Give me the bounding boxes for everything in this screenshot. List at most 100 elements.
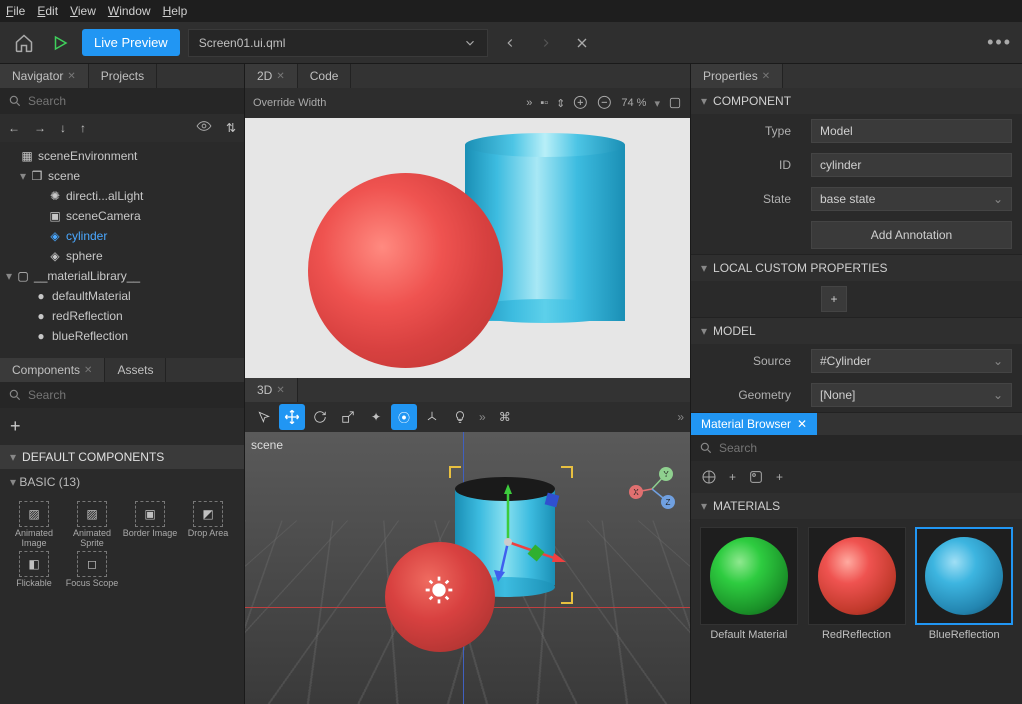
chevron-down-icon[interactable]: ▾ bbox=[654, 97, 660, 110]
default-components-header[interactable]: ▾DEFAULT COMPONENTS bbox=[0, 445, 244, 469]
close-file-button[interactable] bbox=[568, 29, 596, 57]
anchor-icon[interactable]: ▪▫ bbox=[540, 97, 548, 109]
tab-2d[interactable]: 2D✕ bbox=[245, 64, 298, 88]
zoom-value[interactable]: 74 % bbox=[621, 97, 646, 109]
add-annotation-button[interactable]: Add Annotation bbox=[811, 221, 1012, 249]
2d-viewport[interactable] bbox=[245, 118, 690, 378]
search-input[interactable] bbox=[28, 94, 236, 108]
light-tool[interactable] bbox=[447, 404, 473, 430]
tab-assets[interactable]: Assets bbox=[105, 358, 166, 382]
select-tool[interactable] bbox=[251, 404, 277, 430]
rotate-tool[interactable] bbox=[307, 404, 333, 430]
close-icon[interactable]: ✕ bbox=[84, 365, 92, 376]
close-icon[interactable]: ✕ bbox=[67, 71, 75, 82]
tree-item-camera[interactable]: ▣sceneCamera bbox=[0, 206, 244, 226]
tab-projects[interactable]: Projects bbox=[89, 64, 157, 88]
tree-item-cylinder[interactable]: ◈cylinder bbox=[0, 226, 244, 246]
axis-tool[interactable] bbox=[419, 404, 445, 430]
tree-item-scene[interactable]: ▾❒scene bbox=[0, 166, 244, 186]
texture-icon[interactable] bbox=[748, 469, 764, 485]
geometry-field[interactable]: [None]⌄ bbox=[811, 383, 1012, 407]
arrow-left-icon[interactable]: ← bbox=[8, 121, 20, 135]
component-section-header[interactable]: ▾COMPONENT bbox=[691, 88, 1022, 114]
zoom-out-button[interactable] bbox=[597, 95, 613, 111]
scale-tool[interactable] bbox=[335, 404, 361, 430]
material-default[interactable]: Default Material bbox=[699, 527, 799, 641]
tab-code[interactable]: Code bbox=[298, 64, 352, 88]
tree-item-redreflection[interactable]: ●redReflection bbox=[0, 306, 244, 326]
comp-drop-area[interactable]: ◩Drop Area bbox=[180, 501, 236, 549]
tab-properties[interactable]: Properties✕ bbox=[691, 64, 783, 88]
tab-navigator[interactable]: Navigator✕ bbox=[0, 64, 89, 88]
components-search[interactable] bbox=[0, 382, 244, 408]
add-property-button[interactable]: + bbox=[821, 286, 847, 312]
menu-help[interactable]: Help bbox=[163, 4, 188, 18]
comp-border-image[interactable]: ▣Border Image bbox=[122, 501, 178, 549]
tree-item-defaultmaterial[interactable]: ●defaultMaterial bbox=[0, 286, 244, 306]
more-icon[interactable]: » bbox=[677, 410, 684, 424]
add-material-icon[interactable]: + bbox=[729, 470, 736, 484]
id-field[interactable]: cylinder bbox=[811, 153, 1012, 177]
close-icon[interactable]: ✕ bbox=[276, 71, 284, 82]
more-button[interactable]: ••• bbox=[987, 32, 1012, 53]
menu-edit[interactable]: Edit bbox=[37, 4, 58, 18]
tree-item-light[interactable]: ✺directi...alLight bbox=[0, 186, 244, 206]
fx-tool[interactable]: ✦ bbox=[363, 404, 389, 430]
local-props-header[interactable]: ▾LOCAL CUSTOM PROPERTIES bbox=[691, 255, 1022, 281]
model-section-header[interactable]: ▾MODEL bbox=[691, 318, 1022, 344]
orientation-gizmo[interactable]: Y X Z bbox=[622, 462, 682, 512]
comp-flickable[interactable]: ◧Flickable bbox=[6, 551, 62, 589]
fit-icon[interactable] bbox=[668, 96, 682, 110]
menu-file[interactable]: File bbox=[6, 4, 25, 18]
move-gizmo[interactable] bbox=[490, 482, 570, 582]
add-texture-icon[interactable]: + bbox=[776, 470, 783, 484]
stepper-icon[interactable]: ⇕ bbox=[556, 97, 565, 110]
tree-item-sceneenvironment[interactable]: ▦sceneEnvironment bbox=[0, 146, 244, 166]
sphere-preview-icon[interactable] bbox=[701, 469, 717, 485]
close-icon[interactable]: ✕ bbox=[762, 71, 770, 82]
snap-tool[interactable]: ⦿ bbox=[391, 404, 417, 430]
tree-item-bluereflection[interactable]: ●blueReflection bbox=[0, 326, 244, 346]
close-icon[interactable]: ✕ bbox=[276, 385, 284, 396]
sort-icon[interactable]: ⇅ bbox=[226, 121, 236, 135]
arrow-right-icon[interactable]: → bbox=[34, 121, 46, 135]
search-input[interactable] bbox=[719, 441, 1014, 455]
tab-material-browser[interactable]: Material Browser✕ bbox=[691, 413, 817, 435]
comp-focus-scope[interactable]: ◻Focus Scope bbox=[64, 551, 120, 589]
menu-window[interactable]: Window bbox=[108, 4, 151, 18]
tab-3d[interactable]: 3D✕ bbox=[245, 378, 298, 402]
comp-animated-image[interactable]: ▨Animated Image bbox=[6, 501, 62, 549]
close-icon[interactable]: ✕ bbox=[797, 417, 807, 431]
live-preview-button[interactable]: Live Preview bbox=[82, 29, 180, 56]
comp-animated-sprite[interactable]: ▨Animated Sprite bbox=[64, 501, 120, 549]
zoom-in-button[interactable] bbox=[573, 95, 589, 111]
basic-header[interactable]: ▾ BASIC (13) bbox=[0, 469, 244, 495]
arrow-up-icon[interactable]: ↑ bbox=[80, 121, 86, 135]
search-input[interactable] bbox=[28, 388, 236, 402]
add-button[interactable]: + bbox=[10, 416, 21, 436]
graph-tool[interactable]: ⌘ bbox=[492, 404, 518, 430]
state-field[interactable]: base state⌄ bbox=[811, 187, 1012, 211]
home-button[interactable] bbox=[10, 29, 38, 57]
nav-prev-button[interactable] bbox=[496, 29, 524, 57]
expand-icon[interactable]: ▾ bbox=[6, 269, 12, 283]
expand-icon[interactable]: ▾ bbox=[20, 169, 26, 183]
tree-item-sphere[interactable]: ◈sphere bbox=[0, 246, 244, 266]
file-selector[interactable]: Screen01.ui.qml bbox=[188, 29, 488, 57]
material-red[interactable]: RedReflection bbox=[807, 527, 907, 641]
menu-view[interactable]: View bbox=[70, 4, 96, 18]
material-blue[interactable]: BlueReflection bbox=[914, 527, 1014, 641]
run-button[interactable] bbox=[46, 29, 74, 57]
navigator-search[interactable] bbox=[0, 88, 244, 114]
type-field[interactable]: Model bbox=[811, 119, 1012, 143]
materials-section-header[interactable]: ▾MATERIALS bbox=[691, 493, 1022, 519]
move-tool[interactable] bbox=[279, 404, 305, 430]
material-search[interactable] bbox=[691, 435, 1022, 461]
eye-icon[interactable] bbox=[196, 121, 212, 135]
3d-viewport[interactable]: scene Y X Z bbox=[245, 432, 690, 704]
tab-components[interactable]: Components✕ bbox=[0, 358, 105, 382]
arrow-down-icon[interactable]: ↓ bbox=[60, 121, 66, 135]
nav-next-button[interactable] bbox=[532, 29, 560, 57]
more-icon[interactable]: » bbox=[526, 97, 532, 109]
source-field[interactable]: #Cylinder⌄ bbox=[811, 349, 1012, 373]
